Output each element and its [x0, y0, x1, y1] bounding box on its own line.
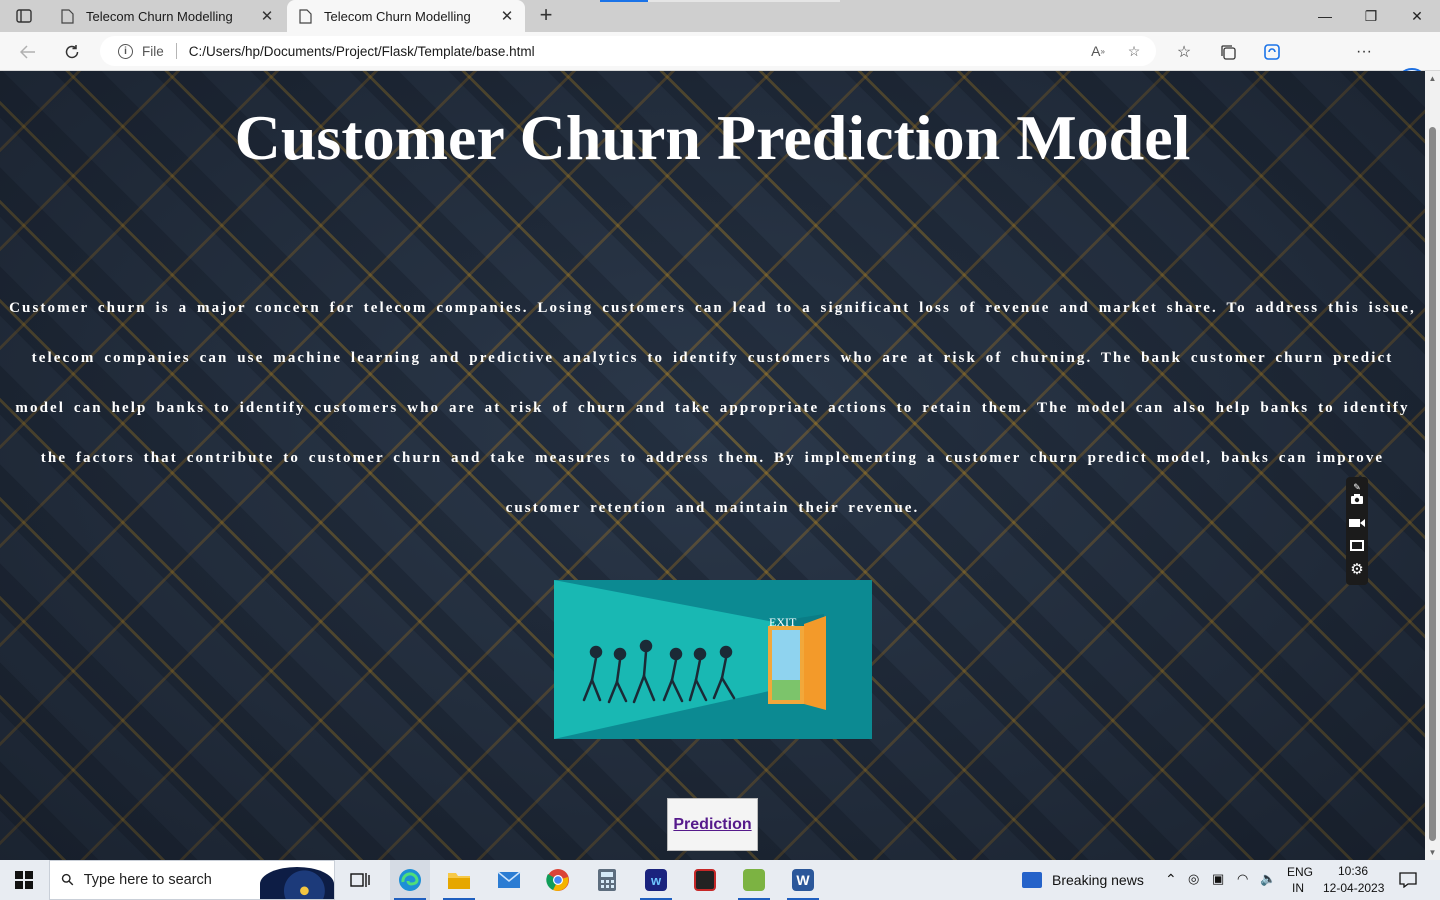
app-green-icon[interactable] — [734, 860, 774, 900]
notifications-icon[interactable] — [1388, 860, 1428, 900]
page-viewport: Customer Churn Prediction Model Customer… — [0, 71, 1425, 860]
close-tab-icon[interactable]: ✕ — [259, 7, 275, 25]
taskbar-search[interactable]: ⚲ Type here to search — [49, 860, 335, 900]
browser-toolbar: i File C:/Users/hp/Documents/Project/Fla… — [0, 32, 1440, 100]
search-highlight-art — [260, 867, 334, 899]
language-line2[interactable]: IN — [1292, 881, 1304, 895]
divider — [175, 43, 177, 59]
close-window-button[interactable]: ✕ — [1394, 0, 1440, 32]
tab-title: Telecom Churn Modelling — [86, 8, 233, 24]
loading-indicator — [600, 0, 648, 2]
meet-icon[interactable]: ◎ — [1188, 871, 1199, 887]
news-icon — [1022, 872, 1042, 888]
scheme-label: File — [142, 43, 164, 59]
capture-toolbar: ✎ ⚙ — [1346, 477, 1368, 585]
restore-button[interactable]: ❐ — [1348, 0, 1394, 32]
windows-taskbar: ⚲ Type here to search w W Breaking news … — [0, 860, 1440, 900]
minimize-button[interactable]: — — [1302, 0, 1348, 32]
collections-icon[interactable] — [1213, 38, 1243, 66]
exit-sign: EXIT — [769, 615, 797, 629]
url-text[interactable]: C:/Users/hp/Documents/Project/Flask/Temp… — [189, 44, 1084, 59]
tab-inactive[interactable]: Telecom Churn Modelling ✕ — [49, 0, 285, 32]
browser-essentials-icon[interactable] — [1257, 38, 1287, 66]
window-icon[interactable] — [1349, 539, 1365, 555]
app-blue-icon[interactable]: w — [636, 860, 676, 900]
favorites-icon[interactable]: ☆ — [1169, 38, 1199, 66]
page-scrollbar[interactable]: ▲ ▼ — [1425, 71, 1440, 860]
settings-icon[interactable]: ⚙ — [1349, 562, 1365, 578]
chevron-up-icon[interactable]: ⌃ — [1165, 871, 1177, 888]
video-icon[interactable] — [1349, 516, 1365, 532]
browser-tab-bar: Telecom Churn Modelling ✕ Telecom Churn … — [0, 0, 1440, 32]
document-icon — [299, 8, 312, 24]
clock-date[interactable]: 12-04-2023 — [1323, 881, 1384, 895]
windows-start-icon[interactable] — [0, 860, 48, 900]
search-placeholder: Type here to search — [83, 872, 212, 888]
churn-illustration: EXIT — [554, 580, 872, 739]
close-tab-icon[interactable]: ✕ — [499, 7, 515, 25]
tab-actions-icon[interactable] — [10, 5, 38, 27]
more-icon[interactable]: ··· — [1349, 38, 1379, 66]
scroll-down-icon[interactable]: ▼ — [1428, 848, 1437, 857]
prediction-button[interactable]: Prediction — [667, 798, 758, 851]
churn-description: Customer churn is a major concern for te… — [9, 300, 1416, 516]
address-bar[interactable]: i File C:/Users/hp/Documents/Project/Fla… — [100, 36, 1156, 66]
edge-icon[interactable] — [390, 860, 430, 900]
read-aloud-icon[interactable]: A» — [1084, 37, 1112, 65]
clock-time[interactable]: 10:36 — [1338, 864, 1368, 878]
app-red-icon[interactable] — [685, 860, 725, 900]
news-widget[interactable]: Breaking news — [1022, 860, 1144, 900]
file-explorer-icon[interactable] — [439, 860, 479, 900]
task-view-icon[interactable] — [340, 860, 380, 900]
mail-icon[interactable] — [489, 860, 529, 900]
loading-track — [648, 0, 840, 2]
calculator-icon[interactable] — [587, 860, 627, 900]
news-label: Breaking news — [1052, 872, 1144, 888]
add-favorite-icon[interactable]: ☆ — [1120, 37, 1148, 65]
document-icon — [61, 8, 74, 24]
network-icon[interactable]: ◠ — [1237, 871, 1248, 887]
page-title: Customer Churn Prediction Model — [234, 102, 1191, 173]
chrome-icon[interactable] — [538, 860, 578, 900]
new-tab-button[interactable]: + — [534, 4, 558, 28]
scroll-thumb[interactable] — [1429, 127, 1436, 841]
tab-active[interactable]: Telecom Churn Modelling ✕ — [287, 0, 525, 32]
language-line1[interactable]: ENG — [1287, 865, 1313, 879]
search-icon: ⚲ — [58, 870, 79, 891]
tab-title: Telecom Churn Modelling — [324, 8, 471, 24]
back-icon[interactable] — [14, 38, 42, 66]
volume-icon[interactable]: 🔈 — [1260, 871, 1276, 887]
word-icon[interactable]: W — [783, 860, 823, 900]
camera-icon[interactable] — [1349, 493, 1365, 509]
device-icon[interactable]: ▣ — [1212, 871, 1224, 887]
info-icon[interactable]: i — [118, 43, 133, 59]
prediction-link[interactable]: Prediction — [673, 816, 751, 834]
scroll-up-icon[interactable]: ▲ — [1428, 74, 1437, 83]
refresh-icon[interactable] — [58, 38, 86, 66]
